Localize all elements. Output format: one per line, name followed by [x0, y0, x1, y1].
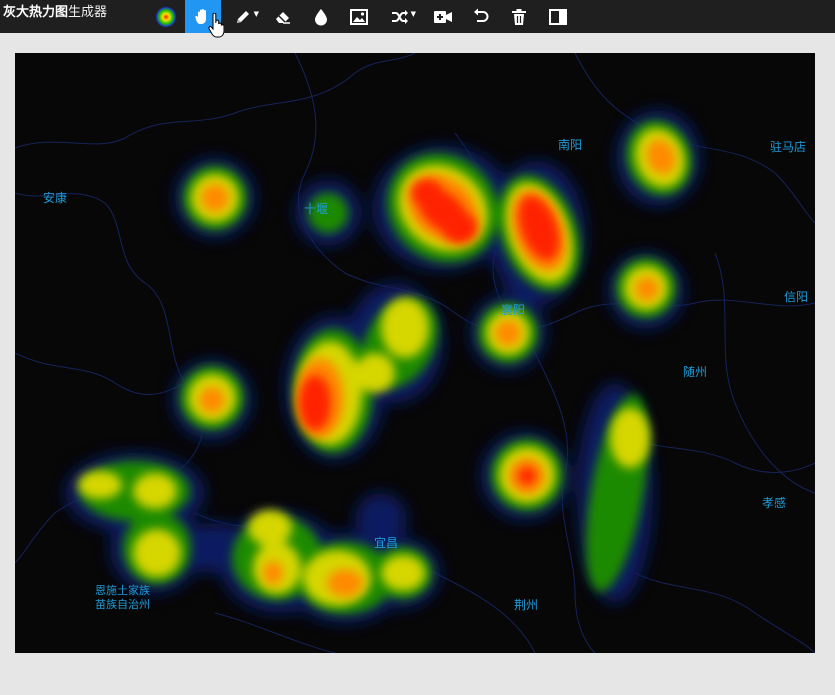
city-label-ankang: 安康: [43, 191, 68, 205]
shuffle-tool-button[interactable]: ▼: [382, 0, 418, 33]
city-label-suizhou: 随州: [683, 365, 708, 379]
gradient-palette-button[interactable]: [148, 0, 184, 33]
city-label-yichang: 宜昌: [374, 536, 399, 550]
split-view-icon: [549, 8, 567, 25]
city-label-xiangyang: 襄阳: [501, 303, 526, 317]
add-video-icon: [433, 9, 453, 25]
undo-button[interactable]: [463, 0, 499, 33]
app-title-bold: 灰大热力图: [3, 5, 69, 20]
heatmap-layer: [15, 53, 815, 653]
water-drop-icon: [313, 8, 329, 26]
delete-button[interactable]: [501, 0, 537, 33]
city-label-xiaogan: 孝感: [762, 496, 787, 510]
chevron-down-icon: ▼: [253, 10, 259, 18]
heatmap-canvas[interactable]: 安康 十堰 南阳 驻马店 信阳 襄阳 随州 孝感 宜昌 荆州 恩施土家族 苗族自…: [15, 53, 815, 653]
shuffle-icon: [391, 9, 409, 25]
city-label-nanyang: 南阳: [558, 138, 583, 152]
eraser-tool-button[interactable]: [265, 0, 301, 33]
chevron-down-icon: ▼: [410, 10, 416, 18]
toolbar: 灰大热力图生成器 ▼ ▼: [0, 0, 835, 33]
trash-icon: [511, 8, 527, 26]
image-icon: [350, 8, 368, 25]
gradient-palette-icon: [155, 5, 177, 28]
city-label-enshi-line1: 恩施土家族: [95, 584, 150, 597]
drop-tool-button[interactable]: [303, 0, 339, 33]
city-label-xinyang: 信阳: [784, 290, 809, 304]
pencil-tool-button[interactable]: ▼: [225, 0, 261, 33]
undo-icon: [472, 8, 490, 26]
pencil-icon: [234, 8, 252, 26]
split-view-button[interactable]: [540, 0, 576, 33]
mouse-cursor-icon: [208, 12, 225, 43]
image-tool-button[interactable]: [341, 0, 377, 33]
add-video-button[interactable]: [425, 0, 461, 33]
city-label-zhumadian: 驻马店: [770, 140, 807, 154]
app-title-light: 生成器: [68, 5, 108, 20]
app-title: 灰大热力图生成器: [3, 0, 107, 33]
city-label-enshi-line2: 苗族自治州: [95, 598, 150, 611]
eraser-icon: [274, 8, 292, 26]
city-label-shiyan: 十堰: [304, 202, 329, 216]
city-label-jingzhou: 荆州: [514, 598, 539, 612]
